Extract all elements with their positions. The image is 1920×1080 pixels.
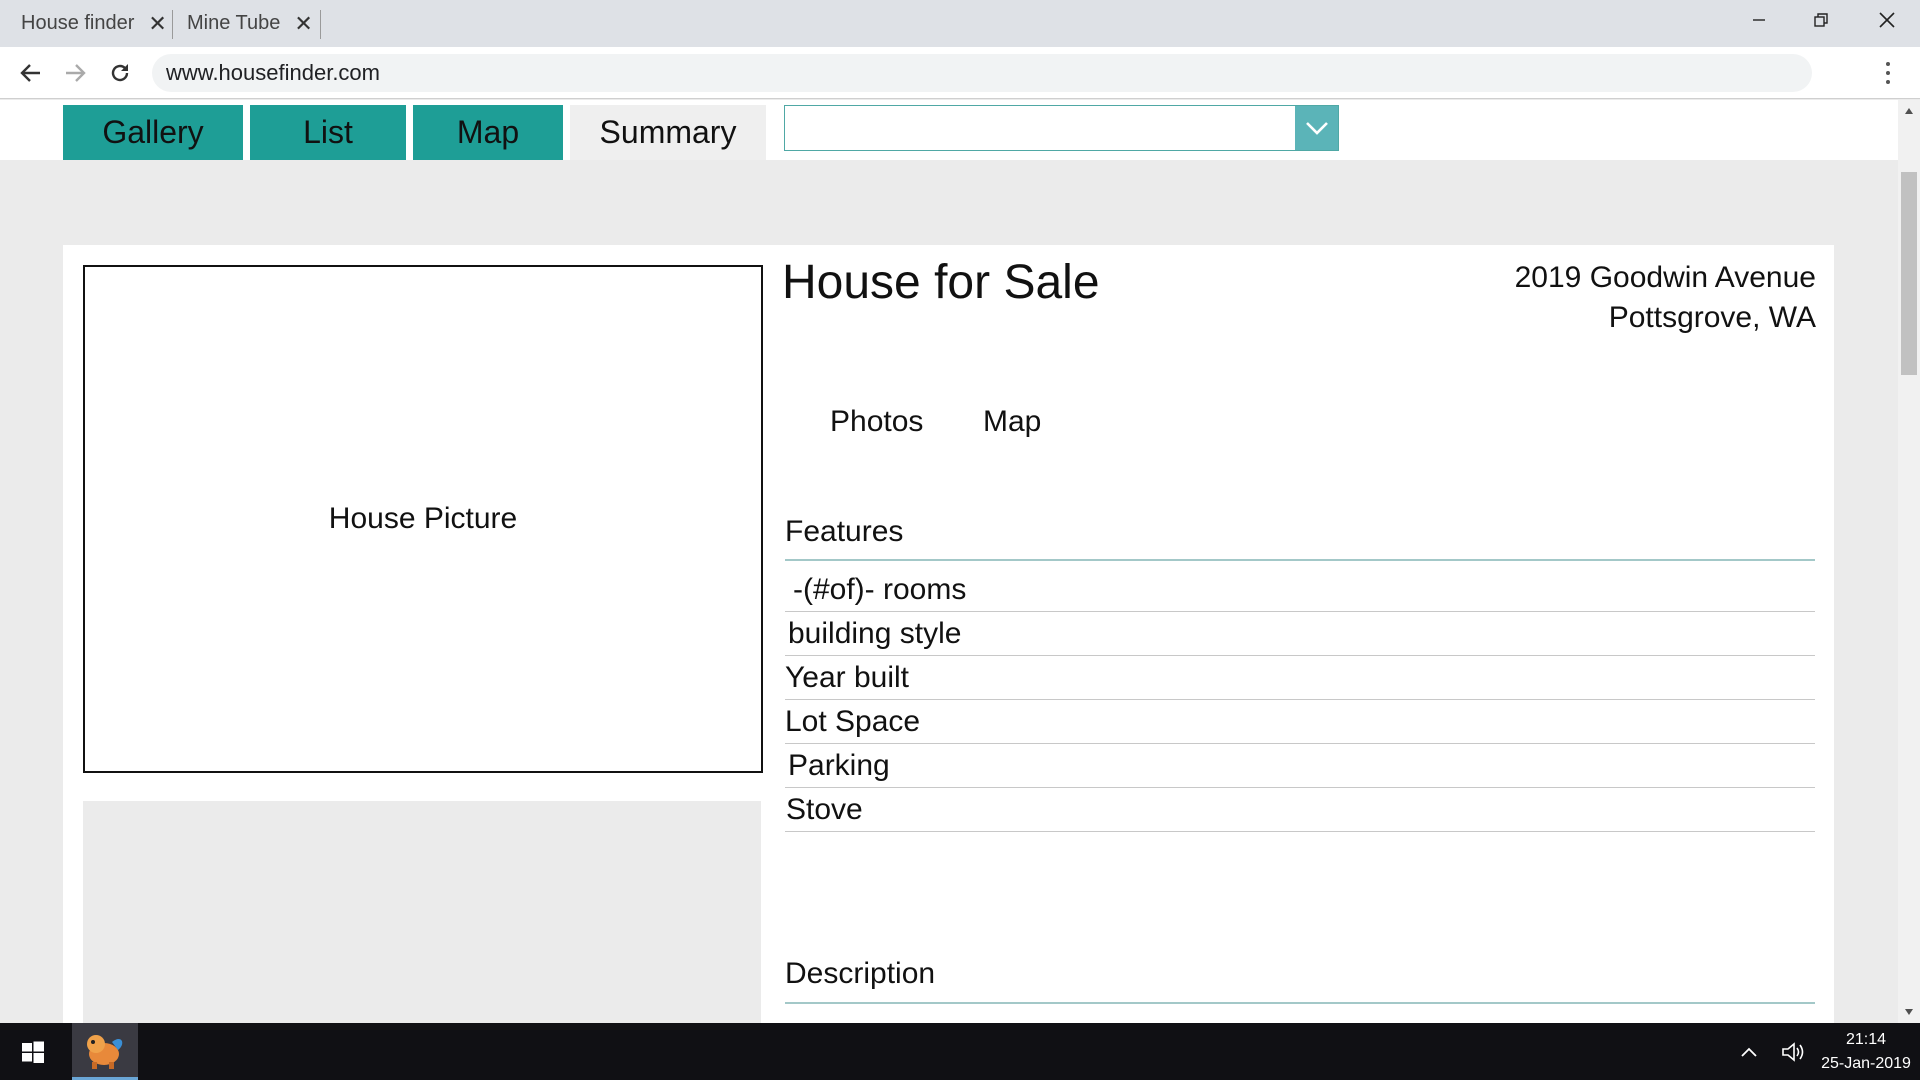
restore-button[interactable] <box>1790 0 1852 40</box>
taskbar-app-browser[interactable] <box>72 1023 138 1080</box>
address-line-1: 2019 Goodwin Avenue <box>1514 261 1816 294</box>
show-hidden-icons-button[interactable] <box>1734 1037 1764 1067</box>
page-scrollbar[interactable] <box>1898 100 1920 1023</box>
browser-toolbar: www.housefinder.com <box>0 47 1920 99</box>
address-line-2: Pottsgrove, WA <box>1608 301 1816 334</box>
description-heading: Description <box>785 957 936 990</box>
tab-title: Mine Tube <box>187 12 281 34</box>
minimize-icon <box>1753 19 1765 21</box>
restore-icon <box>1814 13 1828 27</box>
picture-placeholder <box>83 801 761 1023</box>
feature-row: Parking <box>785 744 1815 788</box>
tab-close-icon[interactable]: ✕ <box>294 11 312 37</box>
tab-label: Gallery <box>102 114 204 150</box>
forward-button[interactable] <box>57 55 93 91</box>
minimize-button[interactable] <box>1728 0 1790 40</box>
speaker-icon <box>1782 1042 1804 1062</box>
tab-gallery[interactable]: Gallery <box>63 105 243 160</box>
dropdown-toggle[interactable] <box>1295 106 1338 150</box>
tab-title: House finder <box>21 12 135 34</box>
house-picture[interactable]: House Picture <box>83 265 763 773</box>
url-text: www.housefinder.com <box>166 60 380 85</box>
feature-label: Stove <box>786 792 863 826</box>
clock-time: 21:14 <box>1845 1031 1887 1048</box>
feature-row: Stove <box>785 788 1815 832</box>
feature-row: -(#of)- rooms <box>785 568 1815 612</box>
feature-row: Lot Space <box>785 700 1815 744</box>
chevron-up-icon <box>1741 1047 1757 1057</box>
start-button[interactable] <box>0 1023 66 1080</box>
taskbar: 21:14 25-Jan-2019 <box>0 1023 1920 1080</box>
tab-label: List <box>303 114 353 150</box>
page-title: House for Sale <box>782 256 1100 309</box>
volume-button[interactable] <box>1779 1037 1809 1067</box>
tab-close-icon[interactable]: ✕ <box>148 11 166 37</box>
tab-label: Map <box>456 114 520 150</box>
features-heading: Features <box>785 515 904 548</box>
taskbar-clock[interactable]: 21:14 25-Jan-2019 <box>1816 1028 1916 1076</box>
feature-row: building style <box>785 612 1815 656</box>
browser-tab-strip: House finder ✕ Mine Tube ✕ <box>0 0 1920 47</box>
kebab-menu-icon[interactable] <box>1876 57 1900 89</box>
windows-logo-icon <box>22 1041 44 1063</box>
tab-house-finder[interactable]: House finder ✕ <box>21 0 167 47</box>
caret-up-icon <box>1905 108 1913 114</box>
close-window-button[interactable] <box>1856 0 1918 40</box>
subtab-map[interactable]: Map <box>983 405 1041 439</box>
feature-label: building style <box>788 616 962 650</box>
tab-divider <box>320 10 321 39</box>
close-icon <box>1879 12 1895 28</box>
scroll-up-button[interactable] <box>1898 100 1920 122</box>
back-button[interactable] <box>13 55 49 91</box>
back-arrow-icon <box>20 64 40 82</box>
browser-app-icon <box>87 1035 123 1069</box>
chevron-down-icon <box>1305 122 1328 135</box>
tab-list[interactable]: List <box>250 105 406 160</box>
tab-mine-tube[interactable]: Mine Tube ✕ <box>187 0 313 47</box>
subtab-photos[interactable]: Photos <box>830 405 923 439</box>
tab-label: Summary <box>599 114 737 150</box>
listing-panel: House Picture House for Sale 2019 Goodwi… <box>63 245 1834 1023</box>
filter-dropdown[interactable] <box>784 105 1339 151</box>
reload-icon <box>111 64 129 82</box>
address-bar[interactable]: www.housefinder.com <box>152 54 1812 92</box>
page-viewport: Gallery List Map Summary House Picture H… <box>0 100 1898 1023</box>
feature-row: Year built <box>785 656 1815 700</box>
clock-date: 25-Jan-2019 <box>1821 1055 1911 1072</box>
scroll-down-button[interactable] <box>1898 1001 1920 1023</box>
scrollbar-thumb[interactable] <box>1901 172 1917 375</box>
feature-label: Year built <box>785 660 909 694</box>
description-divider <box>785 1002 1815 1004</box>
features-divider <box>785 559 1815 561</box>
tab-map[interactable]: Map <box>413 105 563 160</box>
reload-button[interactable] <box>102 55 138 91</box>
caret-down-icon <box>1905 1009 1913 1015</box>
tab-summary[interactable]: Summary <box>570 105 766 160</box>
house-picture-label: House Picture <box>328 502 518 535</box>
view-mode-nav: Gallery List Map Summary <box>0 100 1898 160</box>
tab-divider <box>172 10 173 39</box>
feature-label: Parking <box>788 748 890 782</box>
feature-label: -(#of)- rooms <box>793 572 967 606</box>
feature-label: Lot Space <box>785 704 921 738</box>
listing-address: 2019 Goodwin Avenue Pottsgrove, WA <box>1515 258 1816 338</box>
forward-arrow-icon <box>66 64 86 82</box>
